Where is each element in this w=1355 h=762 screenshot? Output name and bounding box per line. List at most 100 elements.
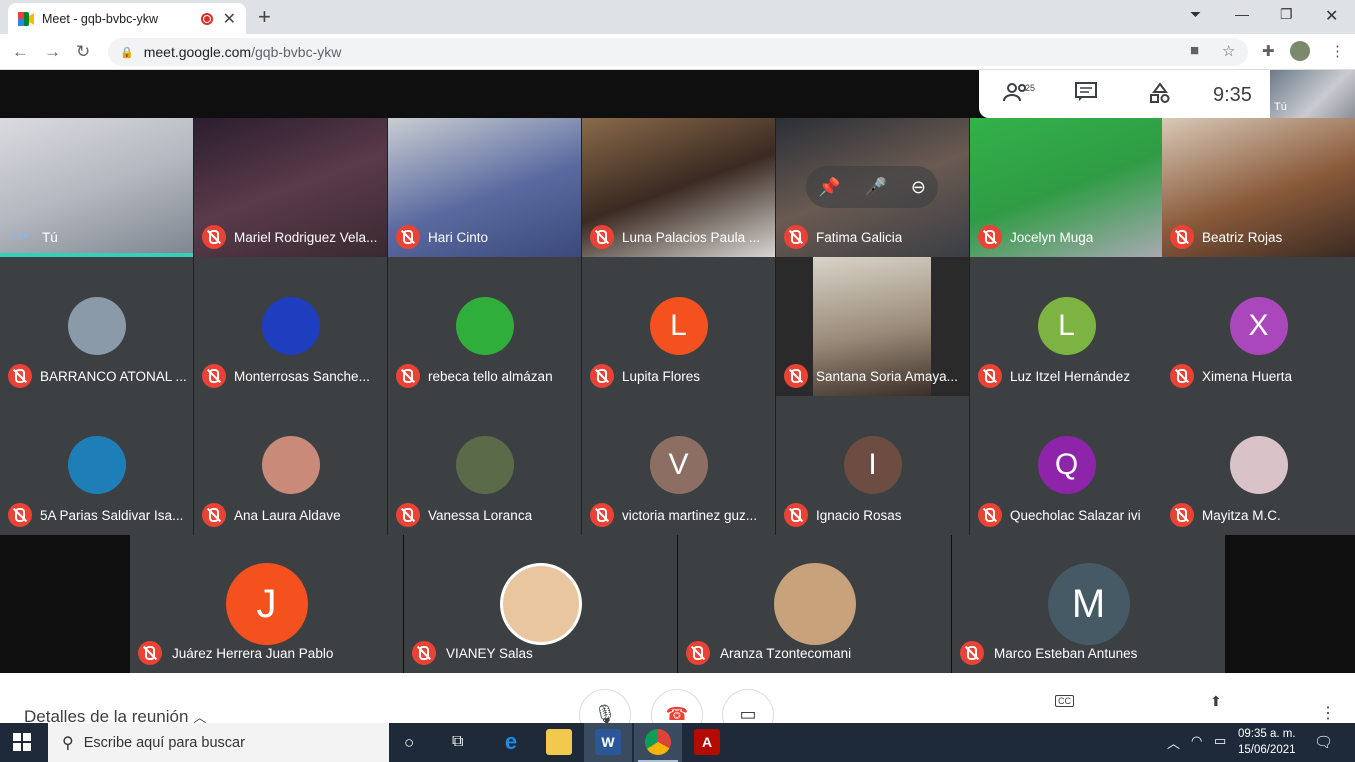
notifications-icon[interactable]: 🗨	[1314, 733, 1333, 751]
participant-tile[interactable]: L Lupita Flores	[582, 257, 775, 396]
participant-tile[interactable]: I Ignacio Rosas	[776, 396, 969, 535]
reload-icon[interactable]: ↻	[76, 42, 90, 62]
participant-avatar	[261, 436, 320, 494]
tab-search-icon[interactable]: ⏷	[1190, 6, 1201, 23]
muted-mic-icon	[978, 364, 1002, 388]
tray-chevron-icon[interactable]: ︿	[1167, 733, 1180, 752]
bookmark-star-icon[interactable]: ☆	[1222, 42, 1235, 60]
participant-tile[interactable]: Q Quecholac Salazar ivi	[970, 396, 1163, 535]
minimize-icon[interactable]: —	[1235, 6, 1249, 22]
participant-tile[interactable]: Ana Laura Aldave	[194, 396, 387, 535]
muted-mic-icon	[686, 641, 710, 665]
participant-tile[interactable]: VIANEY Salas	[404, 535, 677, 673]
participant-name: Fatima Galicia	[816, 230, 903, 245]
mute-participant-icon[interactable]: 🎤	[864, 177, 886, 198]
participant-tile[interactable]: Mariel Rodriguez Vela...	[194, 118, 387, 257]
participant-tile[interactable]: BARRANCO ATONAL ...	[0, 257, 193, 396]
window-close-icon[interactable]: ✕	[1325, 6, 1338, 26]
participant-avatar	[455, 297, 514, 355]
edge-icon[interactable]: e	[498, 729, 524, 755]
participant-name: Ignacio Rosas	[816, 508, 902, 523]
participant-name: Ana Laura Aldave	[234, 508, 341, 523]
participant-name: victoria martinez guz...	[622, 508, 758, 523]
participant-name: BARRANCO ATONAL ...	[40, 369, 187, 384]
muted-mic-icon	[978, 225, 1002, 249]
participant-avatar: X	[1229, 297, 1288, 355]
muted-mic-icon	[8, 503, 32, 527]
participant-tile[interactable]: Monterrosas Sanche...	[194, 257, 387, 396]
participant-tile[interactable]: Hari Cinto	[388, 118, 581, 257]
self-preview-thumbnail[interactable]: Tú	[1270, 70, 1355, 118]
taskbar-clock[interactable]: 09:35 a. m. 15/06/2021	[1238, 726, 1296, 758]
file-explorer-icon[interactable]	[546, 729, 572, 755]
participant-tile[interactable]: L Luz Itzel Hernández	[970, 257, 1163, 396]
camera-indicator-icon[interactable]: ■	[1190, 42, 1199, 59]
new-tab-button[interactable]: +	[258, 4, 271, 30]
participant-avatar: I	[843, 436, 902, 494]
remove-icon[interactable]: ⊖	[911, 177, 926, 198]
participant-name: rebeca tello almázan	[428, 369, 553, 384]
participant-name: Hari Cinto	[428, 230, 489, 245]
participant-avatar: J	[225, 563, 308, 645]
wifi-icon[interactable]: ◠	[1191, 733, 1202, 749]
participant-tile[interactable]: M Marco Esteban Antunes	[952, 535, 1225, 673]
restore-icon[interactable]: ❐	[1280, 6, 1293, 23]
participant-name: Ximena Huerta	[1202, 369, 1293, 384]
search-icon: ⚲	[62, 734, 74, 752]
windows-start-icon[interactable]	[13, 733, 31, 756]
word-icon[interactable]: W	[595, 729, 621, 755]
self-preview-label: Tú	[1274, 101, 1287, 113]
muted-mic-icon	[202, 225, 226, 249]
browser-menu-icon[interactable]: ⋮	[1330, 42, 1345, 60]
back-icon[interactable]: ←	[12, 42, 29, 62]
address-bar[interactable]: 🔒 meet.google.com/gqb-bvbc-ykw	[108, 38, 1248, 66]
muted-mic-icon	[412, 641, 436, 665]
chat-icon[interactable]	[1075, 82, 1097, 108]
participant-tile[interactable]: Aranza Tzontecomani	[678, 535, 951, 673]
task-view-icon[interactable]: ⧉	[452, 733, 463, 751]
participant-tile[interactable]: 📌 🎤 ⊖ Fatima Galicia	[776, 118, 969, 257]
acrobat-icon[interactable]: A	[694, 729, 720, 755]
muted-mic-icon	[202, 364, 226, 388]
participant-tile[interactable]: J Juárez Herrera Juan Pablo	[130, 535, 403, 673]
participant-avatar	[1229, 436, 1288, 494]
participant-tile[interactable]: Vanessa Loranca	[388, 396, 581, 535]
activities-icon[interactable]	[1149, 82, 1171, 110]
participant-avatar	[499, 563, 582, 645]
url-domain: meet.google.com	[143, 44, 252, 60]
participant-tile[interactable]: Jocelyn Muga	[970, 118, 1163, 257]
windows-taskbar: ⚲ Escribe aquí para buscar ○ ⧉ e W A ︿ ◠…	[0, 723, 1355, 762]
clock-time: 09:35 a. m.	[1238, 728, 1296, 740]
tab-close-icon[interactable]: ✕	[223, 9, 236, 29]
extensions-icon[interactable]: ✚	[1262, 42, 1275, 60]
taskbar-search-box[interactable]: ⚲ Escribe aquí para buscar	[48, 723, 389, 762]
participant-avatar	[455, 436, 514, 494]
forward-icon[interactable]: →	[44, 42, 61, 62]
participant-tile[interactable]: 5A Parias Saldivar Isa...	[0, 396, 193, 535]
pin-icon[interactable]: 📌	[818, 177, 840, 198]
present-screen-icon[interactable]: ⬆	[1210, 693, 1222, 710]
more-options-icon[interactable]: •••	[12, 227, 30, 243]
participant-tile[interactable]: Luna Palacios Paula ...	[582, 118, 775, 257]
participant-name: Juárez Herrera Juan Pablo	[172, 646, 334, 661]
participant-name: Marco Esteban Antunes	[994, 646, 1138, 661]
participant-avatar: M	[1047, 563, 1130, 645]
chrome-icon[interactable]	[645, 729, 671, 755]
search-placeholder: Escribe aquí para buscar	[83, 734, 245, 751]
browser-tab-meet[interactable]: Meet - gqb-bvbc-ykw ✕	[8, 3, 246, 34]
participant-avatar	[773, 563, 856, 645]
cortana-icon[interactable]: ○	[404, 733, 414, 753]
participant-tile[interactable]: X Ximena Huerta	[1162, 257, 1355, 396]
captions-icon[interactable]: CC	[1055, 695, 1074, 707]
participant-tile[interactable]: Santana Soria Amaya...	[776, 257, 969, 396]
participant-tile[interactable]: V victoria martinez guz...	[582, 396, 775, 535]
participant-tile[interactable]: Beatriz Rojas	[1162, 118, 1355, 257]
participant-tile[interactable]: rebeca tello almázan	[388, 257, 581, 396]
more-options-icon[interactable]: ⋮	[1320, 703, 1336, 723]
participant-tile[interactable]: Mayitza M.C.	[1162, 396, 1355, 535]
participant-avatar	[67, 436, 126, 494]
participant-name: Tú	[42, 230, 58, 245]
battery-icon[interactable]: ▭	[1214, 733, 1226, 749]
participant-tile-self[interactable]: ••• Tú	[0, 118, 193, 257]
profile-avatar[interactable]	[1290, 41, 1310, 61]
